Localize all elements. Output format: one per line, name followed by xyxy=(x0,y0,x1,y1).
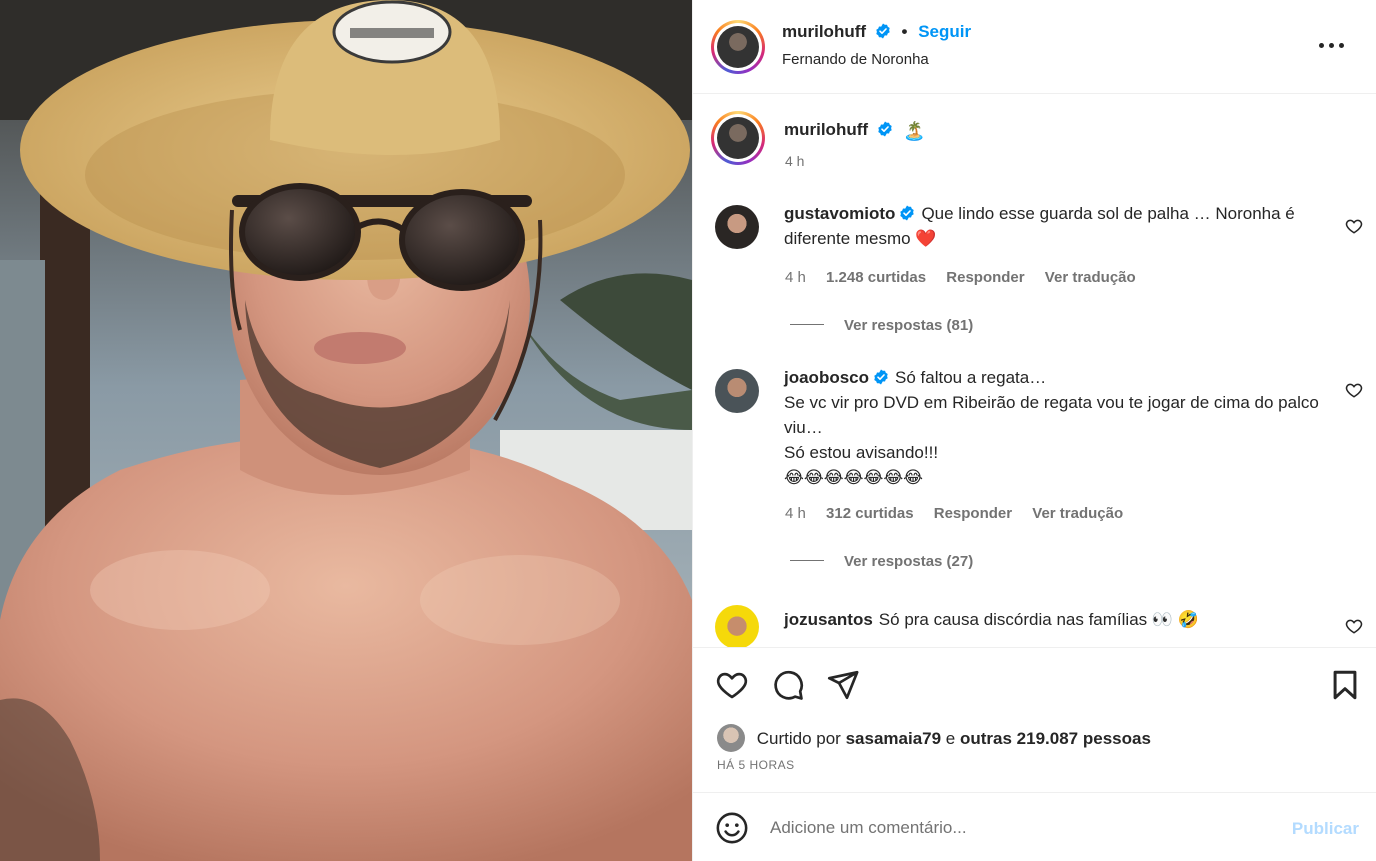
bookmark-icon[interactable] xyxy=(1328,668,1362,702)
comment-text-line: Só estou avisando!!! xyxy=(784,443,939,462)
add-comment-bar: Publicar xyxy=(693,792,1376,861)
send-icon[interactable] xyxy=(826,668,860,702)
comment-item: joaobosco Só faltou a regata… Se vc vir p… xyxy=(693,365,1376,575)
comment-like-heart-icon[interactable] xyxy=(1345,617,1363,635)
comment-text-line: Só faltou a regata… xyxy=(895,368,1047,387)
header-separator: • xyxy=(901,22,908,41)
emoji-icon[interactable] xyxy=(715,811,749,845)
post-details-panel: murilohuff • Seguir Fernando de Noronha … xyxy=(692,0,1376,861)
liker-username[interactable]: sasamaia79 xyxy=(846,729,941,748)
verified-badge-icon xyxy=(874,369,888,385)
author-avatar[interactable] xyxy=(711,20,765,74)
commenter-avatar[interactable] xyxy=(715,605,759,647)
comment-likes[interactable]: 1.248 curtidas xyxy=(826,269,926,286)
reply-button[interactable]: Responder xyxy=(934,505,1012,522)
post-image xyxy=(0,0,692,861)
post-photo[interactable] xyxy=(0,0,692,861)
commenter-avatar[interactable] xyxy=(715,369,759,413)
translate-button[interactable]: Ver tradução xyxy=(1032,505,1123,522)
comment-time[interactable]: 4 h xyxy=(785,269,806,286)
post-caption: murilohuff 🏝️ 4 h xyxy=(693,95,1376,195)
comment-text-line: 😂😂😂😂😂😂😂 xyxy=(784,468,924,487)
more-horizontal-icon[interactable] xyxy=(1319,36,1345,56)
comment-input[interactable] xyxy=(770,815,1250,841)
heart-icon[interactable] xyxy=(715,668,749,702)
caption-text: 🏝️ xyxy=(902,121,926,141)
comment-meta: 4 h 1.248 curtidas Responder Ver traduçã… xyxy=(785,269,1152,286)
caption-username[interactable]: murilohuff xyxy=(784,120,868,139)
publish-button[interactable]: Publicar xyxy=(1292,819,1359,839)
comment-body: joaobosco Só faltou a regata… Se vc vir p… xyxy=(784,365,1324,490)
comment-item: gustavomioto Que lindo esse guarda sol de… xyxy=(693,201,1376,341)
commenter-avatar[interactable] xyxy=(715,205,759,249)
comment-likes[interactable]: 312 curtidas xyxy=(826,505,914,522)
comment-time[interactable]: 4 h xyxy=(785,505,806,522)
post-header: murilohuff • Seguir Fernando de Noronha xyxy=(693,0,1376,94)
likes-connector: e xyxy=(945,729,956,748)
commenter-username[interactable]: jozusantos xyxy=(784,610,873,629)
follow-button[interactable]: Seguir xyxy=(918,22,971,41)
caption-time[interactable]: 4 h xyxy=(785,153,804,169)
comment-text: Só pra causa discórdia nas famílias 👀 🤣 xyxy=(878,610,1199,629)
reply-button[interactable]: Responder xyxy=(946,269,1024,286)
author-username[interactable]: murilohuff xyxy=(782,22,866,41)
view-replies-button[interactable]: Ver respostas (81) xyxy=(790,317,973,334)
liker-avatar[interactable] xyxy=(717,724,745,752)
comment-body: gustavomioto Que lindo esse guarda sol de… xyxy=(784,201,1324,251)
commenter-username[interactable]: joaobosco xyxy=(784,368,869,387)
comment-meta: 4 h 312 curtidas Responder Ver tradução xyxy=(785,505,1139,522)
translate-button[interactable]: Ver tradução xyxy=(1045,269,1136,286)
caption-author-avatar[interactable] xyxy=(711,111,765,165)
comment-icon[interactable] xyxy=(771,668,805,702)
post-actions: Curtido por sasamaia79 e outras 219.087 … xyxy=(693,647,1376,792)
likes-prefix: Curtido por xyxy=(756,729,841,748)
likes-summary: Curtido por sasamaia79 e outras 219.087 … xyxy=(717,724,1151,752)
comment-text-line: Se vc vir pro DVD em Ribeirão de regata … xyxy=(784,393,1319,437)
likes-others[interactable]: outras 219.087 pessoas xyxy=(960,729,1151,748)
post-timestamp[interactable]: HÁ 5 HORAS xyxy=(717,758,795,772)
comment-item: jozusantos Só pra causa discórdia nas fam… xyxy=(693,605,1376,647)
verified-badge-icon xyxy=(876,23,890,39)
comment-like-heart-icon[interactable] xyxy=(1345,381,1363,399)
commenter-username[interactable]: gustavomioto xyxy=(784,204,895,223)
comment-body: jozusantos Só pra causa discórdia nas fam… xyxy=(784,607,1324,632)
verified-badge-icon xyxy=(877,121,892,137)
comments-section[interactable]: murilohuff 🏝️ 4 h gustavomioto Que lindo … xyxy=(693,95,1376,647)
verified-badge-icon xyxy=(900,205,915,221)
view-replies-button[interactable]: Ver respostas (27) xyxy=(790,553,973,570)
comment-like-heart-icon[interactable] xyxy=(1345,217,1363,235)
post-location[interactable]: Fernando de Noronha xyxy=(782,51,929,68)
